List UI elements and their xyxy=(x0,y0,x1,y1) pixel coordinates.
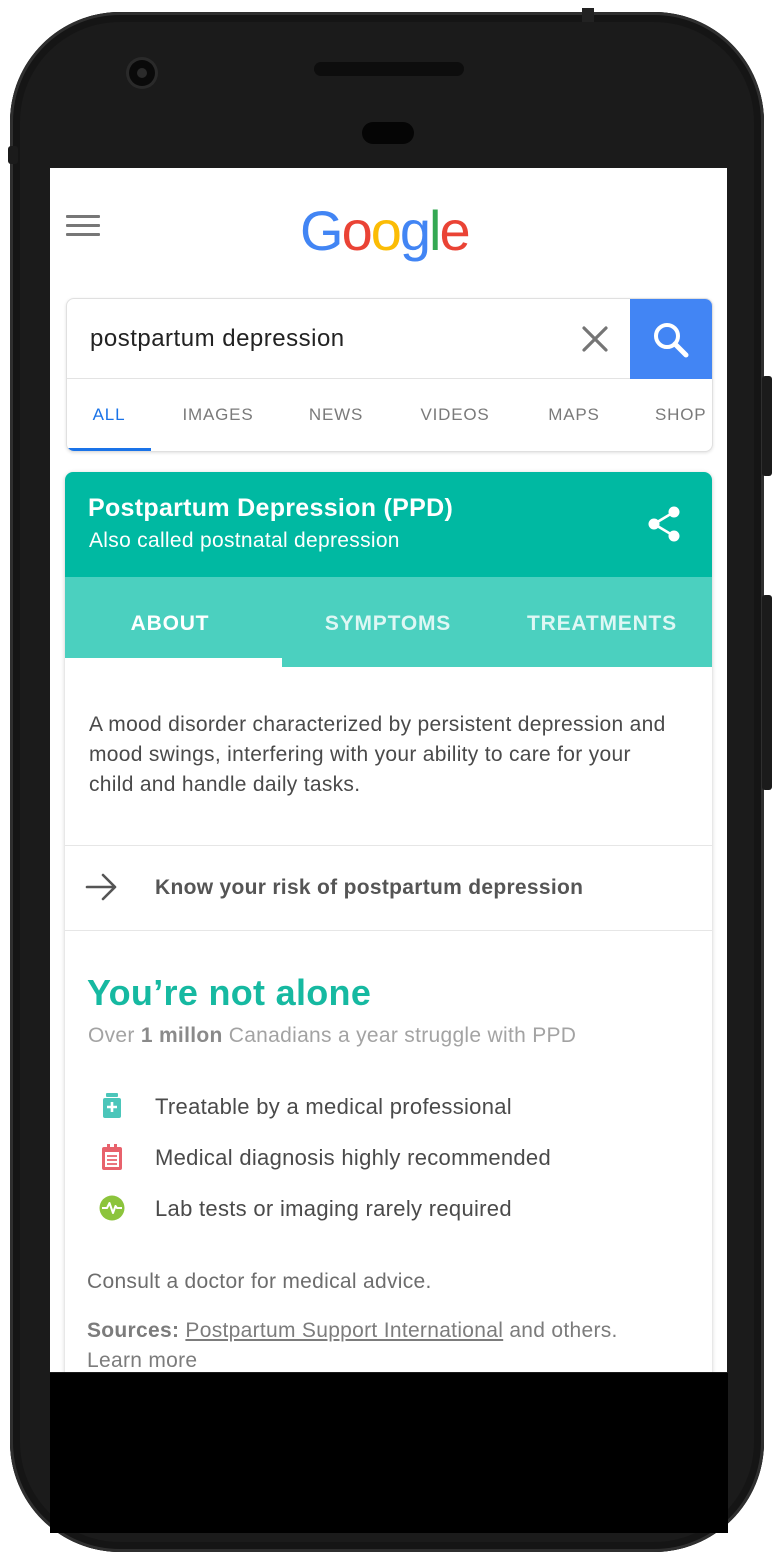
source-link[interactable]: Postpartum Support International xyxy=(185,1319,503,1342)
tab-symptoms[interactable]: SYMPTOMS xyxy=(283,577,493,667)
fact-text: Lab tests or imaging rarely required xyxy=(155,1196,512,1221)
consult-doctor-note: Consult a doctor for medical advice. xyxy=(87,1270,432,1293)
tab-news[interactable]: NEWS xyxy=(299,379,373,451)
fact-text: Treatable by a medical professional xyxy=(155,1094,512,1119)
sources-suffix: and others. xyxy=(503,1319,618,1342)
tab-treatments[interactable]: TREATMENTS xyxy=(495,577,709,667)
search-button[interactable] xyxy=(630,299,712,379)
card-active-tab-indicator xyxy=(65,658,282,667)
risk-link-text[interactable]: Know your risk of postpartum depression xyxy=(155,876,583,900)
tab-maps[interactable]: MAPS xyxy=(537,379,611,451)
top-sensor-notch xyxy=(582,8,594,22)
medicine-bottle-icon xyxy=(103,1093,121,1118)
share-icon xyxy=(648,506,680,542)
arrow-right-icon xyxy=(85,873,117,901)
hamburger-menu-icon[interactable] xyxy=(66,215,100,237)
volume-button xyxy=(762,595,772,790)
tab-videos[interactable]: VIDEOS xyxy=(411,379,499,451)
tab-about[interactable]: ABOUT xyxy=(65,577,275,667)
learn-more-link[interactable]: Learn more xyxy=(87,1349,197,1372)
proximity-sensor xyxy=(362,122,414,144)
fact-item: Lab tests or imaging rarely required xyxy=(65,1186,712,1230)
condition-description: A mood disorder characterized by persist… xyxy=(89,713,666,796)
card-subtitle: Also called postnatal depression xyxy=(89,529,400,552)
clear-search-button[interactable] xyxy=(577,321,613,357)
divider xyxy=(65,930,712,931)
phone-bezel-bottom xyxy=(50,1373,728,1533)
left-side-button xyxy=(8,146,18,164)
fact-item: Medical diagnosis highly recommended xyxy=(65,1135,712,1179)
tab-images[interactable]: IMAGES xyxy=(170,379,266,451)
search-box: ALL IMAGES NEWS VIDEOS MAPS SHOP xyxy=(66,298,713,452)
not-alone-statistic: Over 1 millon Canadians a year struggle … xyxy=(88,1024,577,1047)
phone-screen: Google ALL IMAGES NEWS VIDEOS MAPS SHOP xyxy=(50,168,727,1372)
risk-link-row[interactable]: Know your risk of postpartum depression xyxy=(65,846,712,930)
search-tabs: ALL IMAGES NEWS VIDEOS MAPS SHOP xyxy=(67,379,712,451)
sources-line: Sources: Postpartum Support Internationa… xyxy=(87,1316,697,1372)
knowledge-card: Postpartum Depression (PPD) Also called … xyxy=(65,472,712,1372)
not-alone-heading: You’re not alone xyxy=(87,972,372,1013)
fact-text: Medical diagnosis highly recommended xyxy=(155,1145,552,1170)
clipboard-icon xyxy=(102,1144,122,1170)
search-input[interactable] xyxy=(90,323,550,355)
tab-all[interactable]: ALL xyxy=(67,379,151,451)
front-camera xyxy=(129,60,155,86)
fact-item: Treatable by a medical professional xyxy=(65,1084,712,1128)
search-row xyxy=(67,299,712,379)
earpiece-speaker xyxy=(314,62,464,76)
tab-shop[interactable]: SHOP xyxy=(655,379,712,451)
sources-label: Sources: xyxy=(87,1319,180,1342)
search-icon xyxy=(654,323,689,358)
power-button xyxy=(762,376,772,476)
pulse-icon xyxy=(99,1195,125,1221)
card-header: Postpartum Depression (PPD) Also called … xyxy=(65,472,712,577)
google-logo[interactable]: Google xyxy=(300,198,471,263)
active-tab-indicator xyxy=(67,448,151,451)
share-button[interactable] xyxy=(645,504,683,544)
card-tabs: ABOUT SYMPTOMS TREATMENTS xyxy=(65,577,712,667)
close-icon xyxy=(582,326,608,352)
card-title: Postpartum Depression (PPD) xyxy=(88,494,454,522)
